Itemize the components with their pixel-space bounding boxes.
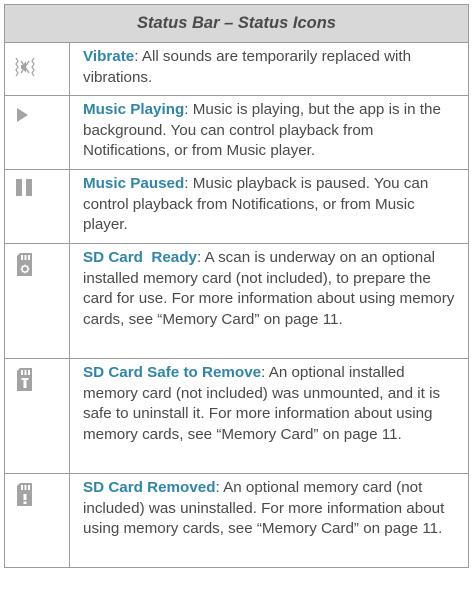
row-title: SD Card Ready (83, 249, 197, 266)
table-row: Vibrate: All sounds are temporarily repl… (5, 43, 468, 95)
row-title: SD Card Safe to Remove (83, 364, 262, 381)
table-row: Music Paused: Music playback is paused. … (5, 169, 468, 243)
table-row: SD Card Safe to Remove: An optional inst… (5, 358, 468, 473)
table-row: SD Card Ready: A scan is underway on an … (5, 243, 468, 358)
row-title: SD Card Removed (83, 479, 216, 496)
icon-cell (5, 170, 70, 243)
table-header: Status Bar – Status Icons (5, 5, 468, 43)
row-description: Music Playing: Music is playing, but the… (70, 96, 468, 169)
status-icons-table: Status Bar – Status Icons Vibrate: All s… (4, 4, 469, 568)
row-description: Vibrate: All sounds are temporarily repl… (70, 43, 468, 95)
row-title: Music Playing (83, 101, 185, 118)
row-title: Vibrate (83, 48, 135, 65)
row-title: Music Paused (83, 175, 185, 192)
play-icon (17, 108, 28, 122)
table-row: SD Card Removed: An optional memory card… (5, 473, 468, 567)
sd-card-scan-icon (17, 253, 32, 276)
sd-card-removed-icon (17, 483, 32, 506)
vibrate-icon (15, 57, 35, 77)
icon-cell (5, 244, 70, 358)
row-description: SD Card Removed: An optional memory card… (70, 474, 468, 567)
icon-cell (5, 96, 70, 169)
pause-icon (16, 179, 32, 196)
table-row: Music Playing: Music is playing, but the… (5, 95, 468, 169)
icon-cell (5, 43, 70, 95)
row-description: SD Card Ready: A scan is underway on an … (70, 244, 468, 358)
sd-card-remove-icon (17, 368, 32, 391)
table-title: Status Bar – Status Icons (137, 14, 336, 32)
icon-cell (5, 359, 70, 473)
row-description: Music Paused: Music playback is paused. … (70, 170, 468, 243)
row-description: SD Card Safe to Remove: An optional inst… (70, 359, 468, 473)
icon-cell (5, 474, 70, 567)
